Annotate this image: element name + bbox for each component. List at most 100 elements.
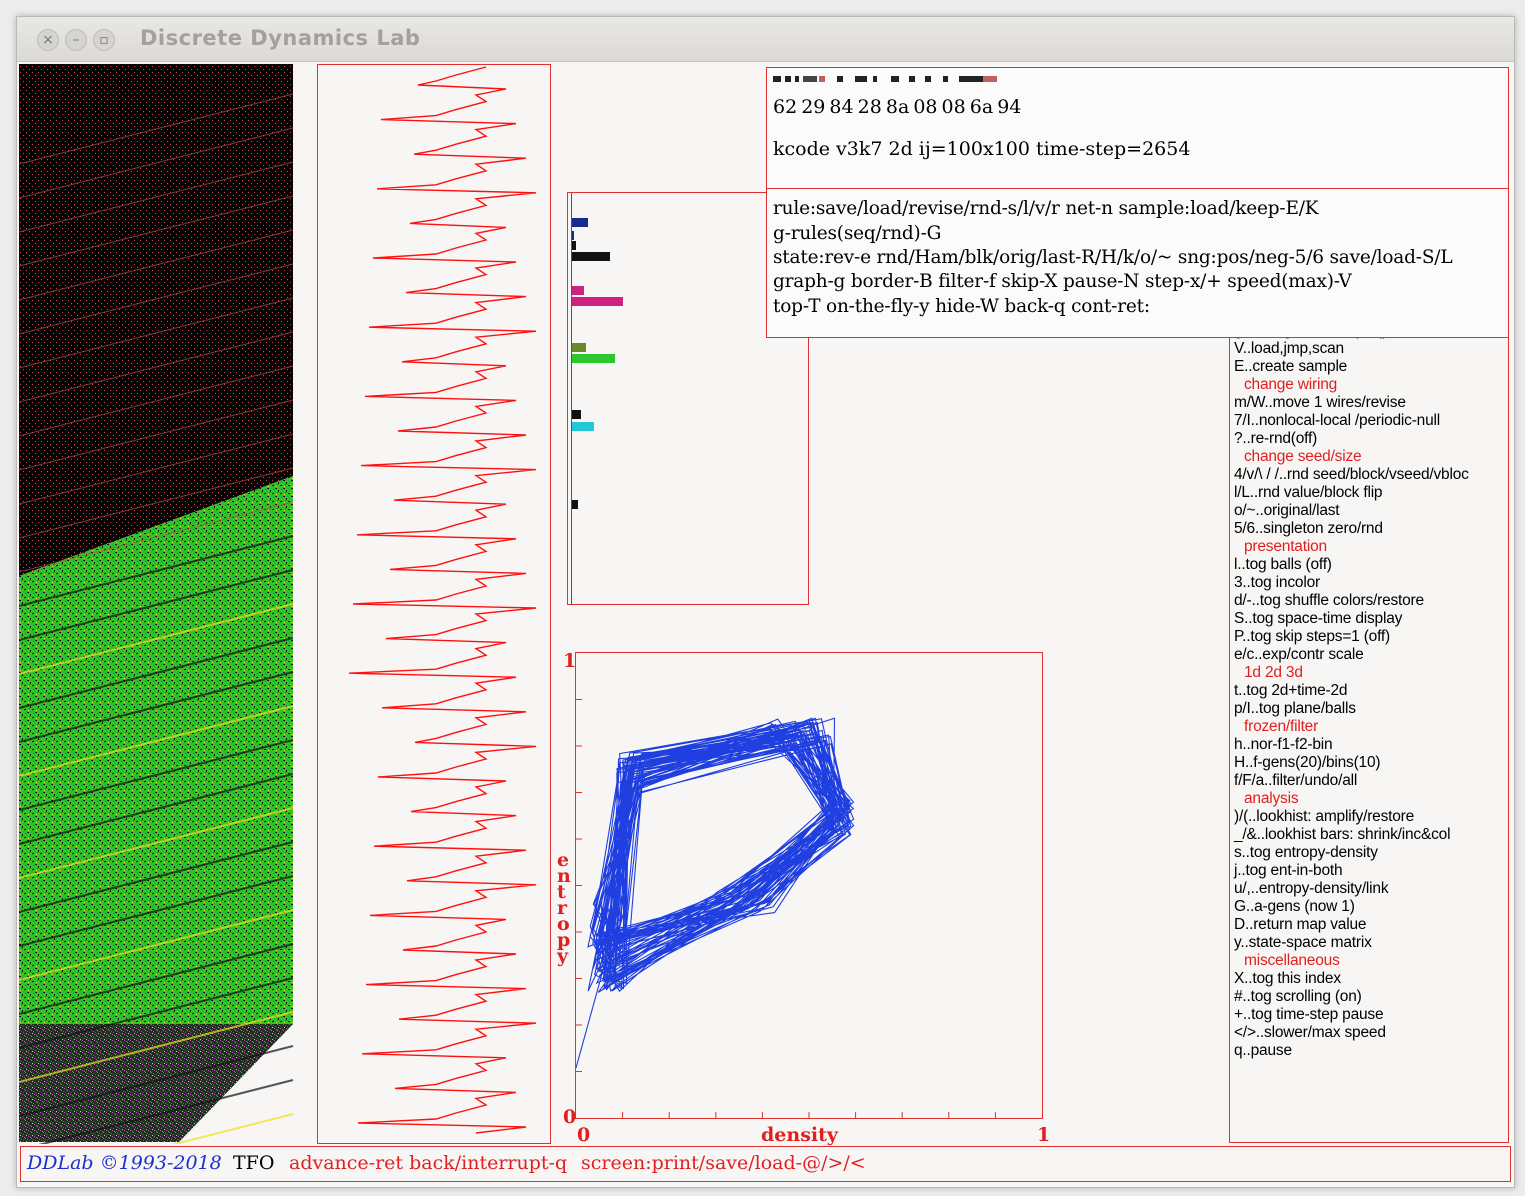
rule-bit bbox=[909, 76, 915, 82]
rule-bit bbox=[873, 76, 877, 82]
menu-section-heading: frozen/filter bbox=[1244, 718, 1319, 735]
plot-x-min: 0 bbox=[577, 1124, 591, 1146]
menu-key-item[interactable]: V..load,jmp,scan bbox=[1234, 340, 1344, 358]
rule-bit-row bbox=[773, 76, 1003, 82]
close-icon: × bbox=[42, 32, 54, 48]
screen-actions: screen:print/save/load-@/>/< bbox=[581, 1152, 866, 1174]
bottom-status-bar: DDLab ©1993-2018 TFO advance-ret back/in… bbox=[20, 1146, 1511, 1182]
menu-key-item[interactable]: f/F/a..filter/undo/all bbox=[1234, 772, 1357, 790]
hist-bar bbox=[572, 343, 586, 352]
menu-key-item[interactable]: 4/v/\ / /..rnd seed/block/vseed/vbloc bbox=[1234, 466, 1469, 484]
menu-key-item[interactable]: q..pause bbox=[1234, 1042, 1292, 1060]
key-menu-panel: rule samplesg..load glider rule (seq)V..… bbox=[1229, 312, 1509, 1143]
menu-section-heading: 1d 2d 3d bbox=[1244, 664, 1303, 681]
menu-key-item[interactable]: y..state-space matrix bbox=[1234, 934, 1372, 952]
rule-hex: 62 29 84 28 8a 08 08 6a 94 bbox=[773, 96, 1022, 118]
hist-bar bbox=[572, 286, 584, 295]
hist-bar bbox=[572, 297, 623, 306]
menu-key-item[interactable]: )/(..lookhist: amplify/restore bbox=[1234, 808, 1414, 826]
info-divider bbox=[767, 188, 1508, 189]
rule-bit bbox=[983, 76, 997, 82]
menu-key-item[interactable]: D..return map value bbox=[1234, 916, 1367, 934]
menu-key-item[interactable]: 5/6..singleton zero/rnd bbox=[1234, 520, 1383, 538]
rule-bit bbox=[959, 76, 983, 82]
menu-key-item[interactable]: </>..slower/max speed bbox=[1234, 1024, 1386, 1042]
entropy-density-svg bbox=[576, 699, 996, 1118]
menu-key-item[interactable]: H..f-gens(20)/bins(10) bbox=[1234, 754, 1381, 772]
plot-x-max: 1 bbox=[1037, 1124, 1051, 1146]
menu-key-item[interactable]: e/c..exp/contr scale bbox=[1234, 646, 1364, 664]
hist-bar bbox=[572, 231, 574, 240]
rule-bit bbox=[837, 76, 843, 82]
rule-bit bbox=[925, 76, 931, 82]
menu-section-heading: miscellaneous bbox=[1244, 952, 1340, 969]
menu-key-item[interactable]: 7/I..nonlocal-local /periodic-null bbox=[1234, 412, 1440, 430]
rule-bit bbox=[855, 76, 867, 82]
menu-key-item[interactable]: +..tog time-step pause bbox=[1234, 1006, 1384, 1024]
hist-bar bbox=[572, 500, 578, 509]
prompt-line: rule:save/load/revise/rnd-s/l/v/r net-n … bbox=[773, 198, 1319, 219]
menu-key-item[interactable]: X..tog this index bbox=[1234, 970, 1341, 988]
menu-key-item[interactable]: ?..re-rnd(off) bbox=[1234, 430, 1317, 448]
hist-bar bbox=[572, 252, 610, 261]
menu-key-item[interactable]: o/~..original/last bbox=[1234, 502, 1340, 520]
menu-key-item[interactable]: #..tog scrolling (on) bbox=[1234, 988, 1362, 1006]
menu-key-item[interactable]: G..a-gens (now 1) bbox=[1234, 898, 1355, 916]
density-graph bbox=[348, 66, 537, 1134]
advance-actions: advance-ret back/interrupt-q bbox=[289, 1152, 568, 1174]
menu-key-item[interactable]: h..nor-f1-f2-bin bbox=[1234, 736, 1333, 754]
close-window-button[interactable]: × bbox=[37, 29, 59, 51]
menu-key-item[interactable]: E..create sample bbox=[1234, 358, 1347, 376]
minimize-icon: – bbox=[72, 32, 80, 48]
menu-key-item[interactable]: 3..tog incolor bbox=[1234, 574, 1320, 592]
plot-y-label: entropy bbox=[557, 849, 571, 967]
menu-section-heading: presentation bbox=[1244, 538, 1327, 555]
menu-key-item[interactable]: l/L..rnd value/block flip bbox=[1234, 484, 1383, 502]
ddlab-canvas[interactable]: 1 0 0 1 density entropy rule samplesg..l… bbox=[17, 62, 1514, 1187]
menu-key-item[interactable]: m/W..move 1 wires/revise bbox=[1234, 394, 1406, 412]
prompt-line: g-rules(seq/rnd)-G bbox=[773, 223, 942, 244]
menu-key-item[interactable]: P..tog skip steps=1 (off) bbox=[1234, 628, 1390, 646]
rule-bit bbox=[803, 76, 817, 82]
plot-y-min: 0 bbox=[563, 1106, 577, 1128]
menu-key-item[interactable]: _/&..lookhist bars: shrink/inc&col bbox=[1234, 826, 1451, 844]
space-time-stack bbox=[19, 64, 294, 1144]
hist-bar bbox=[572, 241, 576, 250]
rule-bit bbox=[943, 76, 948, 82]
menu-key-item[interactable]: s..tog entropy-density bbox=[1234, 844, 1378, 862]
hist-bar bbox=[572, 354, 615, 363]
rule-info-panel: 62 29 84 28 8a 08 08 6a 94 kcode v3k7 2d… bbox=[766, 67, 1509, 338]
app-window: × – ▫ Discrete Dynamics Lab 1 0 0 1 dens… bbox=[16, 16, 1515, 1188]
entropy-density-plot bbox=[575, 652, 1043, 1119]
rule-bit bbox=[785, 76, 791, 82]
rule-bit bbox=[819, 76, 825, 82]
ddlab-brand: DDLab ©1993-2018 bbox=[27, 1152, 222, 1174]
mode-label: TFO bbox=[233, 1152, 275, 1174]
menu-key-item[interactable]: p/I..tog plane/balls bbox=[1234, 700, 1356, 718]
menu-key-item[interactable]: l..tog balls (off) bbox=[1234, 556, 1332, 574]
maximize-icon: ▫ bbox=[99, 32, 109, 48]
hist-bar bbox=[572, 410, 581, 419]
menu-key-item[interactable]: j..tog ent-in-both bbox=[1234, 862, 1343, 880]
hist-bar bbox=[572, 422, 594, 431]
rule-bit bbox=[795, 76, 799, 82]
menu-key-item[interactable]: u/,..entropy-density/link bbox=[1234, 880, 1389, 898]
rule-bit bbox=[891, 76, 899, 82]
menu-section-heading: change seed/size bbox=[1244, 448, 1362, 465]
window-title: Discrete Dynamics Lab bbox=[140, 26, 421, 50]
density-graph-panel bbox=[317, 64, 551, 1144]
titlebar: × – ▫ Discrete Dynamics Lab bbox=[17, 17, 1514, 62]
plot-x-label: density bbox=[761, 1124, 838, 1146]
menu-section-heading: analysis bbox=[1244, 790, 1299, 807]
kcode-status: kcode v3k7 2d ij=100x100 time-step=2654 bbox=[773, 138, 1191, 160]
maximize-window-button[interactable]: ▫ bbox=[93, 29, 115, 51]
menu-section-heading: change wiring bbox=[1244, 376, 1338, 393]
rule-bit bbox=[773, 76, 781, 82]
prompt-line: top-T on-the-fly-y hide-W back-q cont-re… bbox=[773, 296, 1150, 317]
menu-key-item[interactable]: S..tog space-time display bbox=[1234, 610, 1402, 628]
prompt-line: state:rev-e rnd/Ham/blk/orig/last-R/H/k/… bbox=[773, 247, 1453, 268]
menu-key-item[interactable]: t..tog 2d+time-2d bbox=[1234, 682, 1348, 700]
menu-key-item[interactable]: d/-..tog shuffle colors/restore bbox=[1234, 592, 1424, 610]
hist-bar bbox=[572, 218, 588, 227]
minimize-window-button[interactable]: – bbox=[65, 29, 87, 51]
